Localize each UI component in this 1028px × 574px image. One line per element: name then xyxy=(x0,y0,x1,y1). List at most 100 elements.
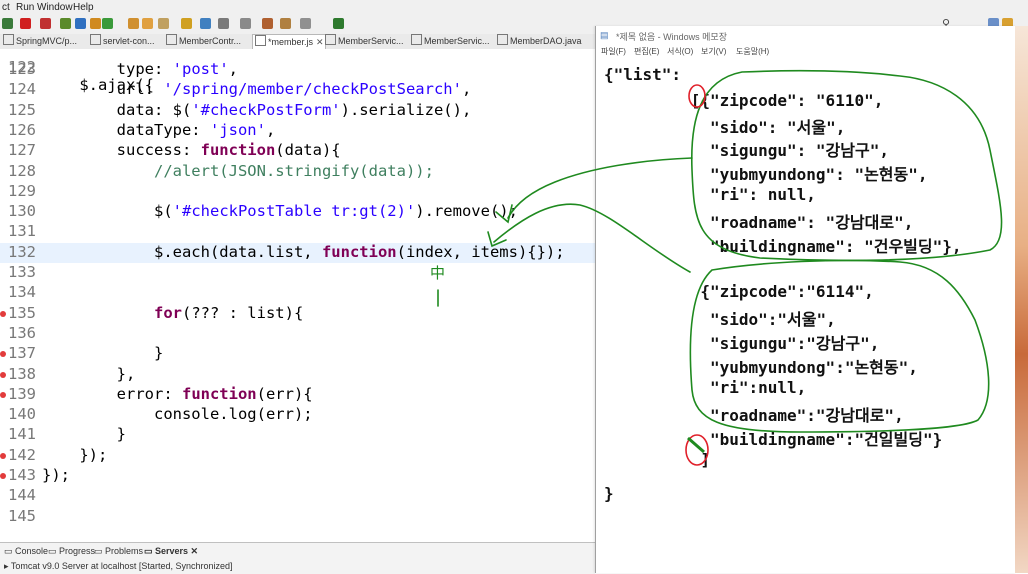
perspective-icon[interactable] xyxy=(333,18,344,29)
xml-file-icon xyxy=(90,34,101,45)
code-editor[interactable]: 122 $.ajax({ 123 type: 'post', 124 url: '… xyxy=(0,49,595,539)
line-number: 129 xyxy=(8,181,36,200)
notepad-menu-edit[interactable]: 편집(E) xyxy=(634,46,659,57)
code-line: 131 xyxy=(0,222,595,242)
code-line: 143}); xyxy=(0,466,595,486)
stop-icon[interactable] xyxy=(20,18,31,29)
code-text: console.log(err); xyxy=(42,405,313,424)
notepad-line: "buildingname":"건일빌딩"} xyxy=(604,430,943,449)
tab-member-service-impl[interactable]: MemberServic... xyxy=(409,34,497,49)
tab-progress[interactable]: ▭ Progress xyxy=(48,546,95,557)
error-marker-icon[interactable] xyxy=(0,310,6,317)
code-text: data: $('#checkPostForm').serialize(), xyxy=(42,100,472,119)
notepad-line: "ri": null, xyxy=(604,185,816,204)
tab-servers[interactable]: ▭ Servers ✕ xyxy=(144,546,198,557)
open-type-icon[interactable] xyxy=(128,18,139,29)
code-line: 141 } xyxy=(0,425,595,445)
code-text: } xyxy=(42,344,164,363)
run-icon[interactable] xyxy=(102,18,113,29)
forward-icon[interactable] xyxy=(300,18,311,29)
code-line: 144 xyxy=(0,486,595,506)
notepad-line: [{"zipcode": "6110", xyxy=(604,91,884,110)
code-line: 123 type: 'post', xyxy=(0,60,595,80)
tab-member-service[interactable]: MemberServic... xyxy=(323,34,411,49)
back-icon[interactable] xyxy=(262,18,273,29)
error-marker-icon[interactable] xyxy=(0,473,6,479)
editor-tab-bar: SpringMVC/p... servlet-con... MemberCont… xyxy=(0,34,595,50)
tab-problems[interactable]: ▭ Problems xyxy=(94,546,143,557)
notepad-line: "sigungu":"강남구", xyxy=(604,334,880,353)
notepad-line: {"zipcode":"6114", xyxy=(604,282,874,301)
server-entry[interactable]: ▸ Tomcat v9.0 Server at localhost [Start… xyxy=(4,561,232,572)
line-number: 125 xyxy=(8,100,36,119)
tab-servlet-context[interactable]: servlet-con... xyxy=(88,34,166,49)
code-text: success: function(data){ xyxy=(42,141,341,160)
code-line: 127 success: function(data){ xyxy=(0,141,595,161)
tab-label: MemberServic... xyxy=(338,36,404,46)
xml-file-icon xyxy=(3,34,14,45)
notepad-icon: ▤ xyxy=(600,30,609,40)
error-marker-icon[interactable] xyxy=(0,452,6,459)
notepad-menu-file[interactable]: 파일(F) xyxy=(601,46,626,57)
package-icon[interactable] xyxy=(75,18,86,29)
menu-bar: ct Run Window Help xyxy=(0,0,1028,15)
pen-icon[interactable] xyxy=(158,18,169,29)
open-folder-icon[interactable] xyxy=(142,18,153,29)
menu-item-window[interactable]: Window xyxy=(37,2,73,13)
notepad-text-area[interactable]: {"list": [{"zipcode": "6110", "sido": "서… xyxy=(596,57,1016,573)
search-icon[interactable] xyxy=(181,18,192,29)
server-icon: ▸ xyxy=(4,561,9,571)
code-line: 145 xyxy=(0,507,595,527)
code-line: 130 $('#checkPostTable tr:gt(2)').remove… xyxy=(0,202,595,222)
code-line: 135 for(??? : list){ xyxy=(0,304,595,324)
menu-item-run[interactable]: Run xyxy=(16,2,34,13)
java-file-icon xyxy=(497,34,508,45)
menu-item-help[interactable]: Help xyxy=(73,2,94,13)
js-file-icon xyxy=(255,35,266,46)
code-line: 136 xyxy=(0,324,595,344)
notepad-menu-view[interactable]: 보기(V) xyxy=(701,46,726,57)
tab-console[interactable]: ▭ Console xyxy=(4,546,48,557)
line-number: 124 xyxy=(8,80,36,99)
debug-icon[interactable] xyxy=(2,18,13,29)
code-text: error: function(err){ xyxy=(42,384,313,403)
code-line: 142 }); xyxy=(0,446,595,466)
menu-item-edit[interactable]: ct xyxy=(2,2,10,13)
notepad-menu-help[interactable]: 도움말(H) xyxy=(736,46,769,57)
notepad-window: ▤ *제목 없음 - Windows 메모장 파일(F) 편집(E) 서식(O)… xyxy=(595,26,1016,573)
code-text: }, xyxy=(42,364,136,383)
line-number: 132 xyxy=(8,242,36,261)
java-file-icon xyxy=(411,34,422,45)
error-marker-icon[interactable] xyxy=(0,371,6,378)
line-number: 145 xyxy=(8,506,36,525)
tab-label: MemberDAO.java xyxy=(510,36,582,46)
code-line: 124 url: '/spring/member/checkPostSearch… xyxy=(0,80,595,100)
notepad-line: "ri":null, xyxy=(604,378,807,397)
code-text: type: 'post', xyxy=(42,60,238,78)
code-line: 126 dataType: 'json', xyxy=(0,121,595,141)
error-marker-icon[interactable] xyxy=(0,391,6,398)
code-text: url: '/spring/member/checkPostSearch', xyxy=(42,80,472,99)
grid-icon[interactable] xyxy=(90,18,101,29)
disconnect-icon[interactable] xyxy=(40,18,51,29)
tab-springmvc[interactable]: SpringMVC/p... xyxy=(1,34,89,49)
code-line: 140 console.log(err); xyxy=(0,405,595,425)
code-text: //alert(JSON.stringify(data)); xyxy=(42,161,434,180)
notepad-menu-format[interactable]: 서식(O) xyxy=(667,46,693,57)
new-server-icon[interactable] xyxy=(60,18,71,29)
line-number: 131 xyxy=(8,222,36,241)
java-file-icon xyxy=(325,34,336,45)
tab-member-dao[interactable]: MemberDAO.java xyxy=(495,34,596,49)
globe-icon[interactable] xyxy=(200,18,211,29)
annotation-icon[interactable] xyxy=(218,18,229,29)
code-line: 137 } xyxy=(0,344,595,364)
tab-member-js[interactable]: *member.js ✕ xyxy=(252,34,326,50)
code-text: }); xyxy=(42,466,70,484)
line-number: 141 xyxy=(8,425,36,444)
tab-member-controller[interactable]: MemberContr... xyxy=(164,34,252,49)
code-text: $('#checkPostTable tr:gt(2)').remove(); xyxy=(42,202,518,221)
forward-nav-icon[interactable] xyxy=(280,18,291,29)
code-line: 128 //alert(JSON.stringify(data)); xyxy=(0,162,595,182)
code-line: 133 xyxy=(0,263,595,283)
next-annotation-icon[interactable] xyxy=(240,18,251,29)
